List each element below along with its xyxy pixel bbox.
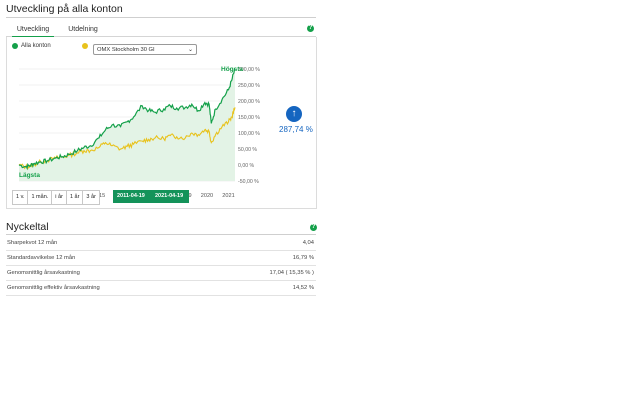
keyfigure-row: Genomsnittlig effektiv årsavkastning 14,…: [6, 281, 316, 296]
y-tick-label: 0,00 %: [238, 163, 255, 169]
benchmark-select[interactable]: OMX Stockholm 30 GI ⌄: [93, 44, 197, 55]
y-tick-label: 200,00 %: [238, 99, 260, 105]
keyfigure-value: 4,04: [302, 240, 314, 246]
question-circle-icon[interactable]: ?: [307, 25, 314, 32]
y-tick-label: 100,00 %: [238, 131, 260, 137]
keyfigure-value: 17,04 ( 15,35 % ): [269, 270, 314, 276]
benchmark-dot-icon: [82, 43, 88, 49]
keyfigure-row: Standardavvikelse 12 mån 16,79 %: [6, 251, 316, 266]
keyfigures-divider: [6, 234, 316, 235]
title-divider: [6, 17, 316, 18]
date-from[interactable]: 2011-04-19: [117, 190, 145, 203]
keyfigure-row: Sharpekvot 12 mån 4,04: [6, 236, 316, 251]
x-tick-label: 2021: [222, 193, 234, 199]
date-range: 2011-04-19 2021-04-19: [113, 190, 189, 203]
series-area-fill: [19, 68, 235, 181]
period-button-1y[interactable]: 1 år: [65, 190, 84, 205]
keyfigure-value: 14,52 %: [292, 285, 314, 291]
page-title: Utveckling på alla konton: [6, 3, 123, 15]
period-button-1w[interactable]: 1 v.: [12, 190, 29, 205]
keyfigure-label: Sharpekvot 12 mån: [7, 240, 58, 246]
tab-utveckling[interactable]: Utveckling: [12, 23, 54, 38]
keyfigure-label: Genomsnittlig effektiv årsavkastning: [7, 285, 100, 291]
y-tick-label: 250,00 %: [238, 83, 260, 89]
keyfigure-value: 16,79 %: [292, 255, 314, 261]
low-annotation: Lägsta: [19, 172, 40, 179]
chart-panel: Alla konton OMX Stockholm 30 GI ⌄ 300,00…: [6, 37, 317, 209]
benchmark-select-value: OMX Stockholm 30 GI: [97, 47, 155, 53]
tab-bar: Utveckling Utdelning ?: [6, 21, 316, 38]
keyfigure-row: Genomsnittlig årsavkastning 17,04 ( 15,3…: [6, 266, 316, 281]
y-tick-label: 150,00 %: [238, 115, 260, 121]
total-return-value: 287,74 %: [279, 125, 313, 134]
period-button-ytd[interactable]: i år: [51, 190, 67, 205]
arrow-up-icon: ↑: [286, 106, 302, 122]
tab-utdelning[interactable]: Utdelning: [61, 23, 105, 36]
period-button-3y[interactable]: 3 år: [82, 190, 100, 205]
date-to[interactable]: 2021-04-19: [155, 190, 183, 203]
high-annotation: Högsta: [221, 66, 243, 73]
period-button-1m[interactable]: 1 mån.: [27, 190, 53, 205]
keyfigure-label: Genomsnittlig årsavkastning: [7, 270, 80, 276]
period-selector: 1 v. 1 mån. i år 1 år 3 år: [12, 190, 100, 205]
x-tick-label: 2020: [201, 193, 213, 199]
legend-label-all-accounts: Alla konton: [21, 43, 51, 49]
question-circle-icon[interactable]: ?: [310, 224, 317, 231]
keyfigures-title: Nyckeltal: [6, 221, 49, 233]
y-tick-label: 50,00 %: [238, 147, 257, 153]
y-tick-label: -50,00 %: [238, 179, 259, 185]
performance-chart: 300,00 %250,00 %200,00 %150,00 %100,00 %…: [18, 66, 260, 199]
y-axis-ticks: 300,00 %250,00 %200,00 %150,00 %100,00 %…: [238, 67, 260, 185]
keyfigure-label: Standardavvikelse 12 mån: [7, 255, 76, 261]
chevron-down-icon: ⌄: [187, 47, 193, 53]
series-dot-icon: [12, 43, 18, 49]
